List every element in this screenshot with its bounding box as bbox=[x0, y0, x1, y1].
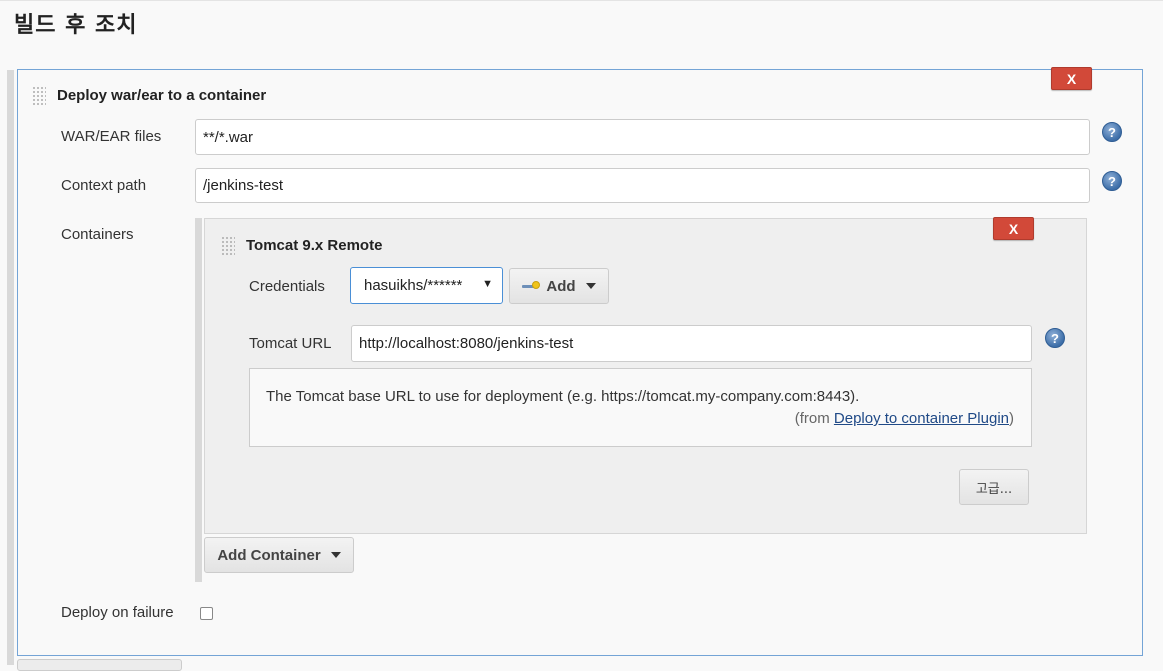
tomcat-url-label: Tomcat URL bbox=[249, 335, 332, 352]
containers-side-bar bbox=[195, 218, 202, 582]
context-path-label: Context path bbox=[61, 177, 147, 194]
tomcat-panel-title: Tomcat 9.x Remote bbox=[246, 237, 383, 254]
advanced-button[interactable]: 고급... bbox=[959, 469, 1029, 505]
deploy-on-failure-label: Deploy on failure bbox=[61, 604, 174, 621]
plugin-link[interactable]: Deploy to container Plugin bbox=[834, 410, 1009, 427]
chevron-down-icon: ▼ bbox=[482, 278, 493, 290]
tomcat-url-help: The Tomcat base URL to use for deploymen… bbox=[249, 368, 1032, 447]
credentials-label: Credentials bbox=[249, 278, 325, 295]
war-files-input[interactable]: **/*.war bbox=[195, 119, 1090, 155]
help-from-prefix: (from bbox=[794, 410, 834, 427]
add-credentials-label: Add bbox=[546, 277, 576, 295]
drag-handle-icon[interactable] bbox=[32, 86, 46, 106]
chevron-down-icon bbox=[330, 552, 341, 558]
credentials-value: hasuikhs/****** bbox=[364, 277, 463, 294]
key-icon bbox=[522, 280, 541, 292]
credentials-select[interactable]: hasuikhs/****** ▼ bbox=[350, 267, 503, 304]
deploy-on-failure-checkbox[interactable] bbox=[200, 607, 213, 620]
section-title: 빌드 후 조치 bbox=[14, 13, 138, 38]
section-side-bar bbox=[7, 70, 14, 665]
add-container-label: Add Container bbox=[217, 546, 321, 564]
context-path-input[interactable]: /jenkins-test bbox=[195, 168, 1090, 203]
containers-label: Containers bbox=[61, 226, 134, 243]
delete-container-button[interactable]: X bbox=[993, 217, 1034, 240]
delete-deploy-button[interactable]: X bbox=[1051, 67, 1092, 90]
add-credentials-button[interactable]: Add bbox=[509, 268, 609, 304]
help-icon[interactable]: ? bbox=[1045, 328, 1065, 348]
drag-handle-icon[interactable] bbox=[221, 236, 235, 256]
next-button-partial[interactable] bbox=[17, 659, 182, 671]
help-source: (from Deploy to container Plugin) bbox=[795, 410, 1014, 427]
deploy-panel-title: Deploy war/ear to a container bbox=[57, 87, 267, 104]
war-files-label: WAR/EAR files bbox=[61, 128, 162, 145]
add-container-button[interactable]: Add Container bbox=[204, 537, 354, 573]
help-icon[interactable]: ? bbox=[1102, 171, 1122, 191]
chevron-down-icon bbox=[585, 283, 596, 289]
help-text: The Tomcat base URL to use for deploymen… bbox=[266, 388, 860, 405]
help-from-suffix: ) bbox=[1009, 410, 1014, 427]
help-icon[interactable]: ? bbox=[1102, 122, 1122, 142]
top-divider bbox=[0, 0, 1163, 1]
tomcat-url-input[interactable]: http://localhost:8080/jenkins-test bbox=[351, 325, 1032, 362]
